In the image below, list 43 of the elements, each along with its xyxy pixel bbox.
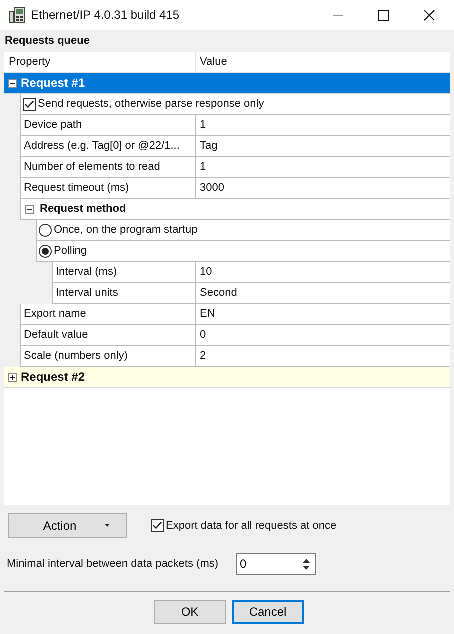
cancel-button[interactable]: Cancel: [232, 600, 304, 624]
column-header[interactable]: Property: [4, 52, 196, 72]
column-header[interactable]: Value: [196, 52, 450, 72]
radio-button[interactable]: [39, 224, 52, 236]
radio-button[interactable]: [39, 244, 52, 258]
expander-icon[interactable]: [8, 78, 17, 88]
window-title: Ethernet/IP 4.0.31 build 415: [31, 8, 180, 22]
caret-icon: [104, 524, 110, 527]
property-value[interactable]: 3000: [196, 178, 450, 199]
property-name: Interval units: [52, 283, 196, 304]
property-value[interactable]: 10: [196, 262, 450, 283]
checkbox[interactable]: [23, 98, 36, 110]
field-label: Minimal interval between data packets (ms): [7, 558, 220, 570]
expander-icon[interactable]: [25, 204, 34, 214]
property-name: Interval (ms): [52, 262, 196, 283]
property-name: Number of elements to read: [20, 157, 196, 178]
property-name: Address (e.g. Tag[0] or @22/1...: [20, 136, 196, 157]
section-heading: Requests queue: [4, 34, 91, 49]
property-value[interactable]: 1: [196, 157, 450, 178]
property-name: Device path: [20, 115, 196, 136]
checkbox-label: Export data for all requests at once: [166, 520, 337, 532]
radio-label: Once, on the program startup: [54, 224, 198, 236]
minimize-icon[interactable]: [333, 14, 343, 16]
property-value[interactable]: Tag: [196, 136, 450, 157]
category-row[interactable]: Request #2: [4, 367, 450, 388]
action-dropdown-button[interactable]: Action: [8, 513, 127, 538]
property-value[interactable]: Second: [196, 283, 450, 304]
category-row[interactable]: Request #1: [4, 73, 450, 94]
property-value[interactable]: 1: [196, 115, 450, 136]
property-value[interactable]: 0: [196, 325, 450, 346]
checkbox-label: Send requests, otherwise parse response only: [38, 98, 264, 110]
expander-icon[interactable]: [8, 372, 17, 382]
ok-button[interactable]: OK: [154, 600, 226, 624]
property-name: Request timeout (ms): [20, 178, 196, 199]
app-icon: [9, 7, 25, 23]
radio-label: Polling: [54, 245, 88, 257]
close-icon[interactable]: [424, 10, 435, 20]
property-name: Export name: [20, 304, 196, 325]
checkbox[interactable]: [151, 519, 164, 532]
group-title: Request method: [40, 203, 126, 215]
property-name: Default value: [20, 325, 196, 346]
maximize-icon[interactable]: [378, 10, 389, 20]
property-value[interactable]: EN: [196, 304, 450, 325]
